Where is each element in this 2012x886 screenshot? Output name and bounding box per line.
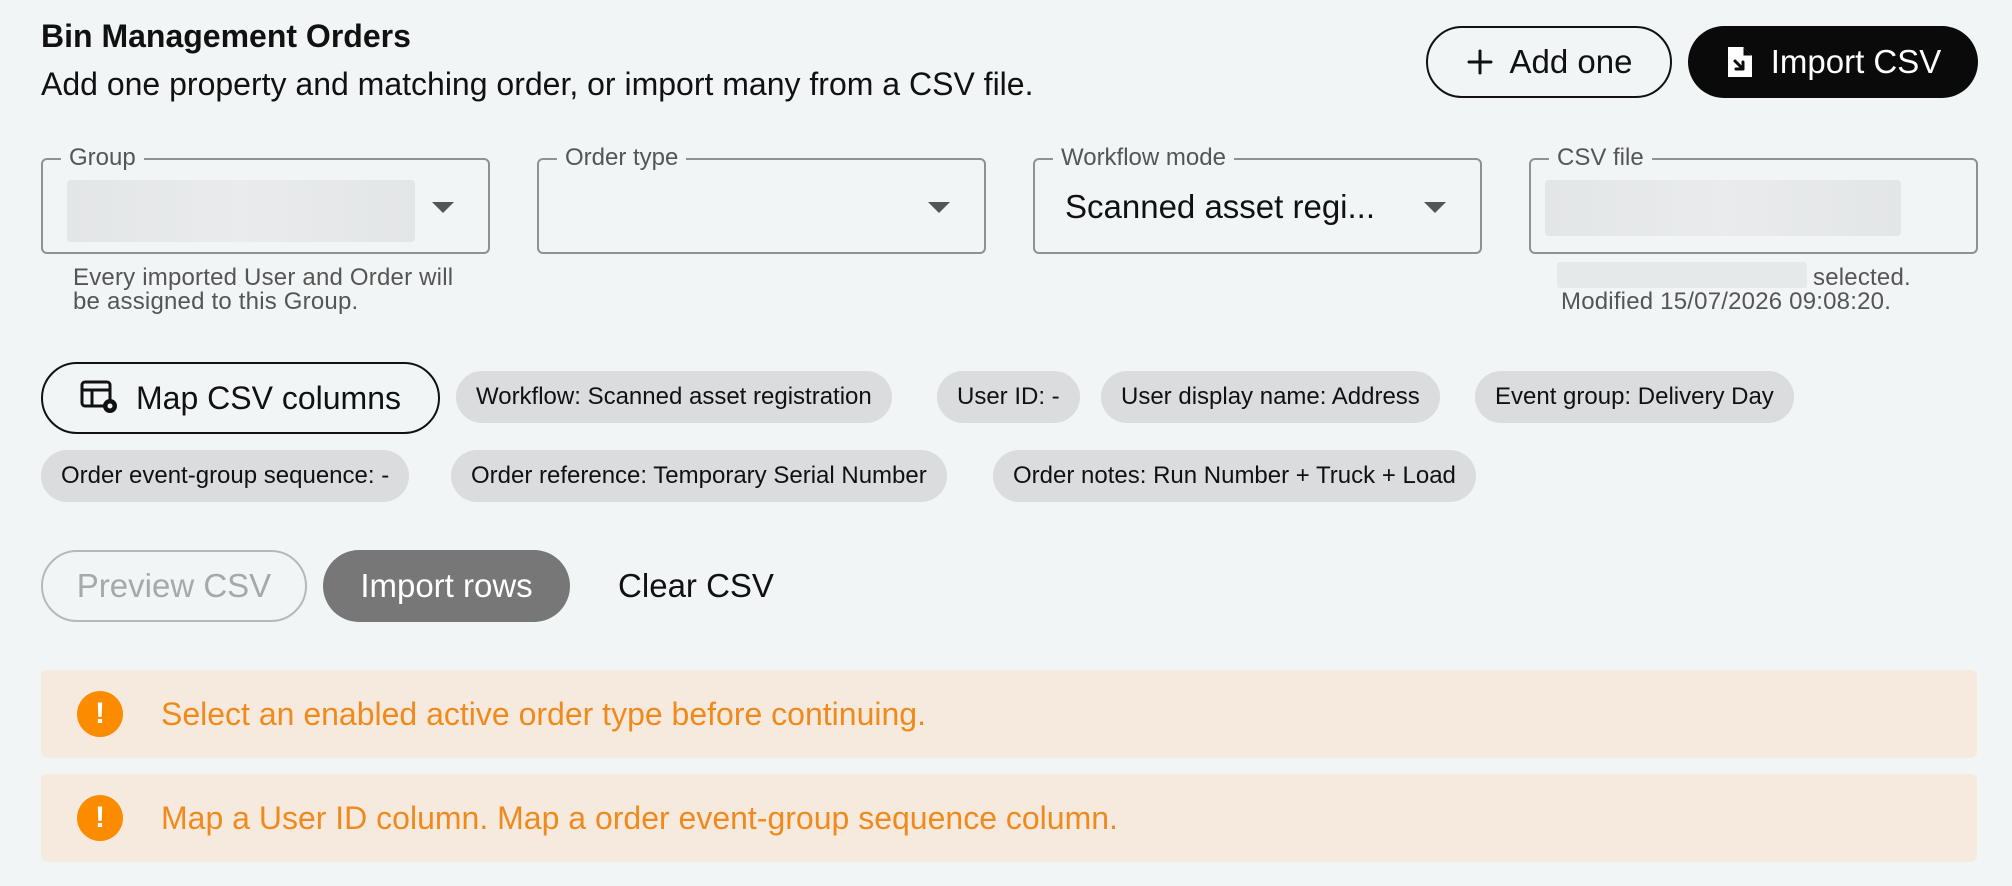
mapping-chip-user-id: User ID: - (937, 371, 1080, 423)
chevron-down-icon (1424, 202, 1446, 213)
alert-column-mapping: ! Map a User ID column. Map a order even… (41, 774, 1977, 862)
group-value-redacted (67, 180, 415, 242)
csv-file-field[interactable]: CSV file (1529, 144, 1978, 254)
import-rows-label: Import rows (360, 567, 533, 604)
csv-filename-redacted (1557, 262, 1807, 288)
import-rows-button[interactable]: Import rows (323, 550, 570, 622)
warning-icon: ! (77, 795, 123, 841)
page-title: Bin Management Orders (41, 18, 411, 54)
mapping-chip-order-sequence: Order event-group sequence: - (41, 450, 410, 502)
csv-modified-text: Modified 15/07/2026 09:08:20. (1561, 288, 1892, 315)
group-select[interactable]: Group (41, 144, 490, 254)
add-one-label: Add one (1509, 43, 1633, 80)
mapping-chip-order-notes: Order notes: Run Number + Truck + Load (993, 450, 1476, 502)
preview-csv-button[interactable]: Preview CSV (41, 550, 307, 622)
mapping-chip-workflow: Workflow: Scanned asset registration (456, 371, 892, 423)
mapping-chip-user-display-name: User display name: Address (1101, 371, 1440, 423)
csv-selected-text: selected. (1813, 264, 1911, 291)
map-csv-columns-button[interactable]: Map CSV columns (41, 362, 440, 434)
mapping-chip-order-reference: Order reference: Temporary Serial Number (451, 450, 947, 502)
csv-file-label: CSV file (1549, 144, 1652, 172)
alert-order-type: ! Select an enabled active order type be… (41, 670, 1977, 758)
chevron-down-icon (432, 202, 454, 213)
workflow-mode-value: Scanned asset regi... (1065, 188, 1376, 225)
clear-csv-label: Clear CSV (618, 567, 774, 604)
preview-csv-label: Preview CSV (76, 567, 272, 604)
add-one-button[interactable]: Add one (1426, 26, 1672, 98)
workflow-mode-label: Workflow mode (1053, 144, 1234, 172)
workflow-mode-select[interactable]: Workflow mode Scanned asset regi... (1033, 144, 1482, 254)
table-cog-icon (80, 380, 120, 416)
warning-icon: ! (77, 691, 123, 737)
chevron-down-icon (928, 202, 950, 213)
page-subtitle: Add one property and matching order, or … (41, 66, 1034, 102)
file-import-icon (1725, 44, 1755, 80)
alert-message: Map a User ID column. Map a order event-… (161, 800, 1118, 836)
mapping-chip-event-group: Event group: Delivery Day (1475, 371, 1794, 423)
clear-csv-button[interactable]: Clear CSV (600, 550, 792, 622)
order-type-select[interactable]: Order type (537, 144, 986, 254)
plus-icon (1466, 48, 1494, 76)
import-csv-label: Import CSV (1770, 43, 1942, 80)
group-helper-text: Every imported User and Order will be as… (73, 264, 454, 315)
order-type-label: Order type (557, 144, 687, 172)
import-csv-button[interactable]: Import CSV (1688, 26, 1978, 98)
alert-message: Select an enabled active order type befo… (161, 696, 926, 732)
map-csv-columns-label: Map CSV columns (136, 379, 401, 416)
csv-file-value-redacted (1545, 180, 1901, 236)
group-label: Group (61, 144, 144, 172)
